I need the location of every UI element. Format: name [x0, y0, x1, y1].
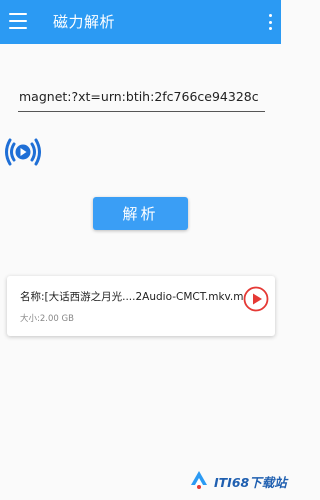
result-card[interactable]: 名称:[大话西游之月光....2Audio-CMCT.mkv.m 大小:2.00…: [7, 276, 275, 336]
hamburger-menu-icon[interactable]: [9, 13, 27, 29]
site-watermark: ITI68下载站: [188, 466, 287, 496]
file-name: 名称:[大话西游之月光....2Audio-CMCT.mkv.m: [20, 291, 244, 303]
watermark-text: ITI68下载站: [214, 474, 287, 490]
play-circle-icon[interactable]: [243, 286, 269, 312]
magnet-link-input[interactable]: [18, 84, 265, 112]
app-bar: 磁力解析: [0, 0, 281, 44]
app-title: 磁力解析: [53, 13, 116, 31]
more-vertical-icon[interactable]: [267, 14, 273, 30]
file-size: 大小:2.00 GB: [20, 314, 74, 324]
parse-button[interactable]: 解析: [93, 197, 188, 230]
site-logo-icon: [188, 468, 210, 494]
audio-play-icon[interactable]: [3, 135, 41, 169]
